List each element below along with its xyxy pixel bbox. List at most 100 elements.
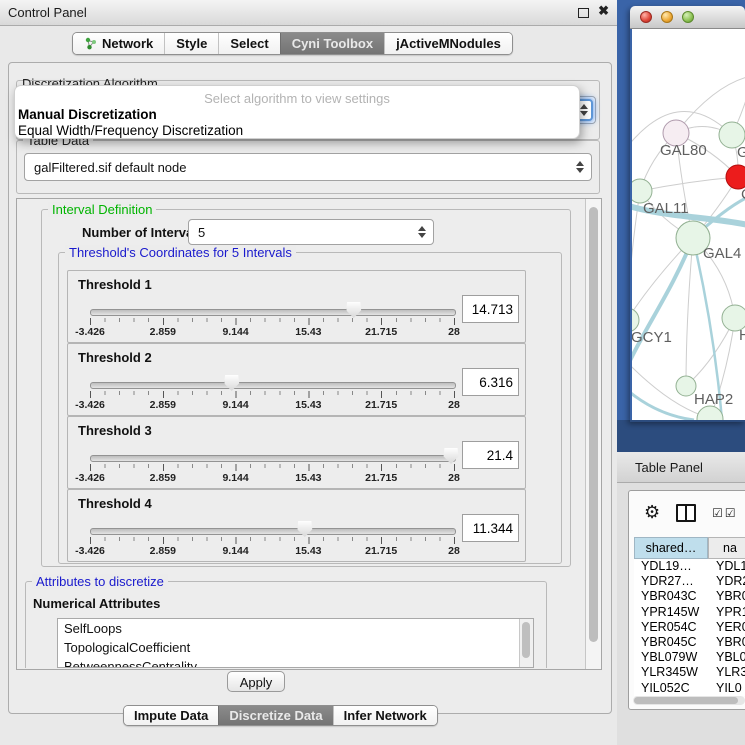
network-canvas[interactable]: GAL80 G C GAL11 GAL4 GCY1 H HAP2	[632, 29, 745, 420]
column-header-shared-name[interactable]: shared…	[634, 537, 708, 559]
combo-stepper-icon[interactable]	[415, 226, 429, 238]
combo-stepper-icon[interactable]	[573, 161, 587, 173]
thresholds-title: Threshold's Coordinates for 5 Intervals	[65, 245, 296, 260]
table-header-row: shared… na	[634, 537, 745, 559]
cell-name: YPR1	[708, 605, 745, 620]
tick-label: 21.715	[365, 545, 397, 557]
cell-shared-name: YDL19…	[634, 559, 708, 574]
scrollbar-thumb[interactable]	[589, 207, 598, 642]
tick-label: 28	[448, 399, 460, 411]
tick-label: 2.859	[150, 326, 176, 338]
threshold-value-field[interactable]	[462, 441, 519, 469]
select-columns-checkboxes-icon[interactable]: ☑☑	[712, 506, 738, 520]
tick-label: 15.43	[295, 326, 321, 338]
table-row[interactable]: YIL052C YIL0	[634, 681, 745, 696]
list-scrollbar[interactable]	[519, 619, 533, 667]
float-window-icon[interactable]	[578, 8, 589, 18]
attributes-title: Attributes to discretize	[32, 574, 168, 589]
table-row[interactable]: YBL079W YBL0	[634, 650, 745, 665]
zoom-traffic-light-icon[interactable]	[682, 11, 694, 23]
control-panel: Control Panel ✖ Network Style Select Cyn…	[0, 0, 617, 745]
cell-name: YER0	[708, 620, 745, 635]
table-row[interactable]: YBR043C YBR0	[634, 589, 745, 604]
number-of-intervals-value: 5	[189, 225, 415, 240]
node-label-gal4: GAL4	[703, 245, 741, 262]
cell-shared-name: YPR145W	[634, 605, 708, 620]
cell-name: YLR3	[708, 665, 745, 680]
tick-label: 9.144	[222, 326, 248, 338]
table-row[interactable]: YBR045C YBR0	[634, 635, 745, 650]
table-rows: YDL19… YDL1 YDR27… YDR2 YBR043C YBR0	[634, 559, 745, 696]
dropdown-option-equal-width[interactable]: Equal Width/Frequency Discretization	[18, 123, 243, 138]
close-traffic-light-icon[interactable]	[640, 11, 652, 23]
tab-impute-data[interactable]: Impute Data	[124, 706, 218, 725]
tab-label: Select	[230, 36, 268, 51]
table-row[interactable]: YER054C YER0	[634, 620, 745, 635]
tab-style[interactable]: Style	[164, 33, 218, 54]
tick-label: -3.426	[75, 472, 105, 484]
interval-definition-title: Interval Definition	[48, 202, 156, 217]
network-window: GAL80 G C GAL11 GAL4 GCY1 H HAP2	[630, 6, 745, 422]
apply-button[interactable]: Apply	[227, 671, 285, 692]
slider-track[interactable]	[90, 455, 456, 462]
tab-label: Style	[176, 36, 207, 51]
tick-label: 9.144	[222, 472, 248, 484]
list-item[interactable]: TopologicalCoefficient	[58, 638, 533, 657]
table-row[interactable]: YDR27… YDR2	[634, 574, 745, 589]
cell-name: YDR2	[708, 574, 745, 589]
table-row[interactable]: YPR145W YPR1	[634, 605, 745, 620]
threshold-value-field[interactable]	[462, 295, 519, 323]
tab-cyni-toolbox[interactable]: Cyni Toolbox	[280, 33, 384, 54]
number-of-intervals-combobox[interactable]: 5	[188, 219, 434, 245]
tick-label: -3.426	[75, 399, 105, 411]
control-panel-titlebar: Control Panel ✖	[0, 0, 617, 26]
threshold-value-field[interactable]	[462, 368, 519, 396]
table-row[interactable]: YLR345W YLR3	[634, 665, 745, 680]
threshold-2-panel: Threshold 2 -3.4262.8599.14415.4321.7152…	[67, 343, 526, 416]
column-header-name[interactable]: na	[708, 537, 745, 559]
network-graph: GAL80 G C GAL11 GAL4 GCY1 H HAP2	[632, 29, 745, 420]
tab-infer-network[interactable]: Infer Network	[333, 706, 437, 725]
node-table: shared… na YDL19… YDL1 YDR27… YDR2	[634, 537, 745, 696]
tab-network[interactable]: Network	[73, 33, 164, 54]
cell-shared-name: YIL052C	[634, 681, 708, 696]
slider-track[interactable]	[90, 309, 456, 316]
tab-select[interactable]: Select	[218, 33, 279, 54]
scrollbar-thumb[interactable]	[634, 697, 738, 704]
cell-name: YBL0	[708, 650, 745, 665]
tick-label: 9.144	[222, 545, 248, 557]
list-item[interactable]: SelfLoops	[58, 619, 533, 638]
attributes-group: Attributes to discretize Numerical Attri…	[25, 581, 547, 668]
tab-jactivemnodules[interactable]: jActiveMNodules	[384, 33, 512, 54]
table-row[interactable]: YDL19… YDL1	[634, 559, 745, 574]
gear-icon[interactable]: ⚙	[644, 504, 660, 522]
dropdown-hint[interactable]: Select algorithm to view settings	[15, 91, 579, 106]
network-node-hap2[interactable]	[676, 376, 696, 396]
slider-ticks	[90, 391, 455, 398]
network-node-partial[interactable]	[697, 406, 723, 420]
cell-name: YBR0	[708, 589, 745, 604]
slider-track[interactable]	[90, 382, 456, 389]
horizontal-scrollbar[interactable]	[633, 696, 745, 705]
slider-ticks	[90, 318, 455, 325]
vertical-scrollbar[interactable]	[585, 199, 601, 669]
tab-discretize-data[interactable]: Discretize Data	[218, 706, 332, 725]
table-data-combobox[interactable]: galFiltered.sif default node	[24, 153, 592, 181]
list-item[interactable]: BetweennessCentrality	[58, 657, 533, 668]
threshold-label: Threshold 2	[78, 350, 152, 365]
minimize-traffic-light-icon[interactable]	[661, 11, 673, 23]
threshold-4-panel: Threshold 4 -3.4262.8599.14415.4321.7152…	[67, 489, 526, 562]
table-toolbar: ⚙ ☑☑	[629, 491, 745, 535]
threshold-value-field[interactable]	[462, 514, 519, 542]
tick-label: -3.426	[75, 326, 105, 338]
numerical-attributes-list[interactable]: SelfLoopsTopologicalCoefficientBetweenne…	[57, 618, 534, 668]
settings-scroll-pane: Interval Definition Number of Intervals …	[16, 198, 602, 670]
columns-icon[interactable]	[676, 504, 696, 522]
cell-name: YDL1	[708, 559, 745, 574]
node-label-c: C	[741, 186, 745, 203]
tick-label: 15.43	[295, 399, 321, 411]
dropdown-option-manual[interactable]: Manual Discretization	[18, 107, 157, 122]
scrollbar-thumb[interactable]	[522, 622, 530, 658]
close-icon[interactable]: ✖	[598, 3, 609, 19]
slider-track[interactable]	[90, 528, 456, 535]
